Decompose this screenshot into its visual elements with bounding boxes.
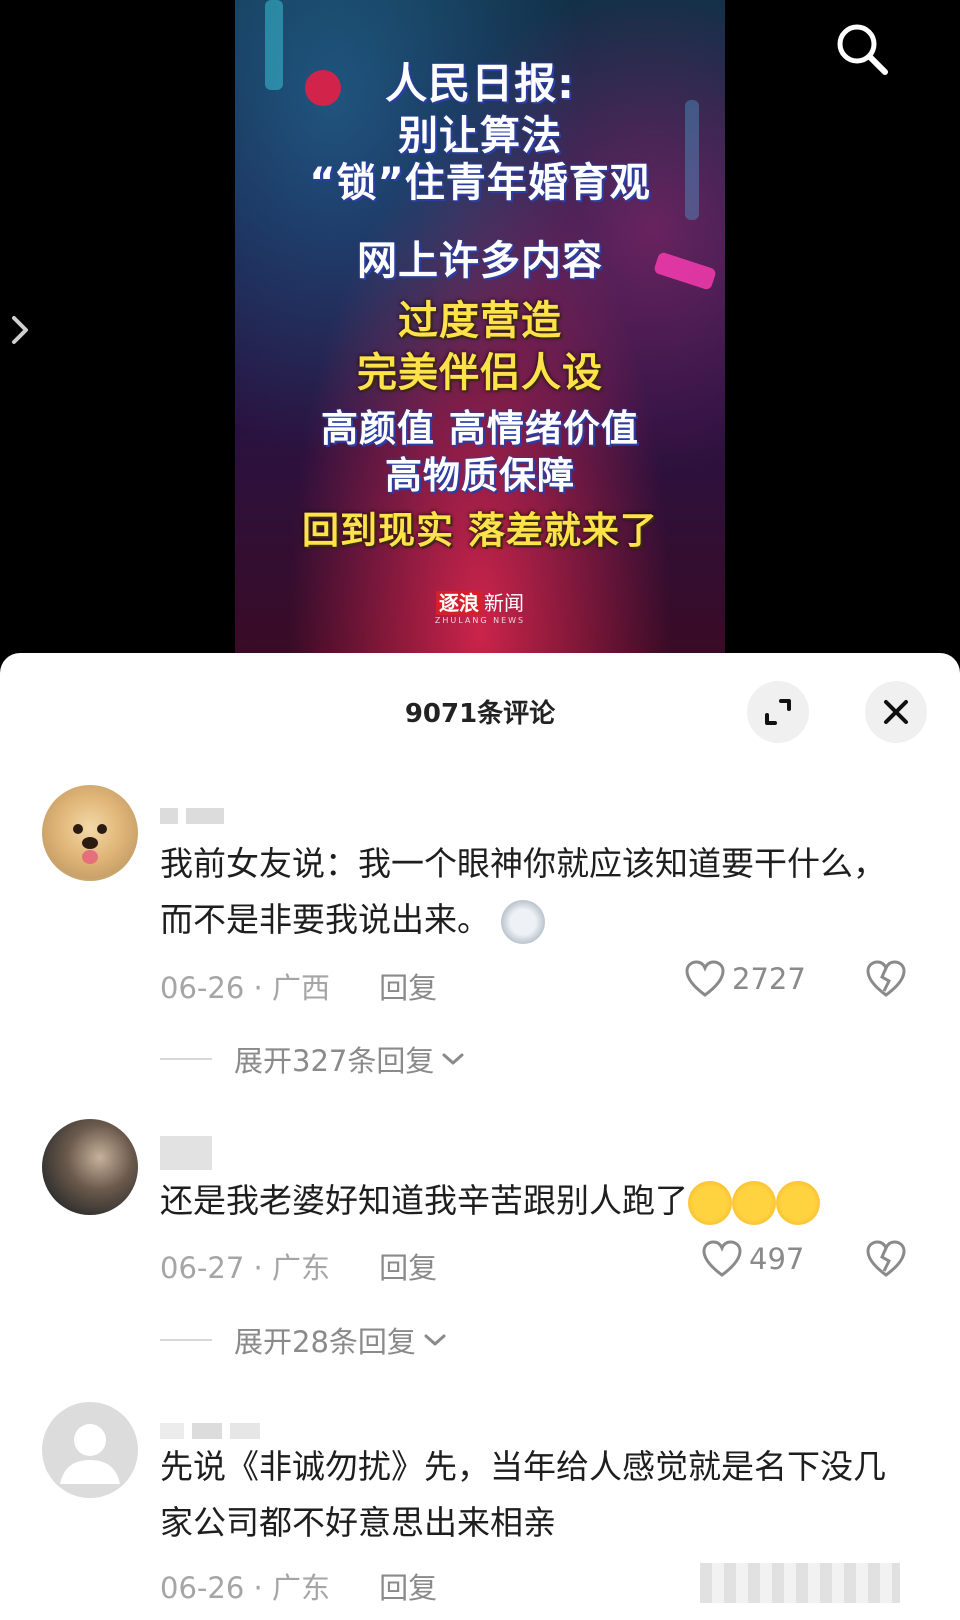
comment-meta: 06-27 · 广东 回复 — [160, 1251, 438, 1285]
dislike-button[interactable] — [865, 959, 907, 1003]
heart-icon — [685, 960, 725, 997]
expand-button[interactable] — [747, 681, 809, 743]
expand-replies-button[interactable]: 展开28条回复 — [160, 1319, 448, 1361]
expand-icon — [765, 699, 791, 725]
video-frame[interactable]: 人民日报: 别让算法 “锁”住青年婚育观 网上许多内容 过度营造 完美伴侣人设 … — [235, 0, 725, 660]
broken-heart-icon — [866, 1240, 906, 1277]
husky-emoji-icon — [500, 899, 545, 944]
avatar[interactable] — [42, 785, 138, 881]
laugh-cry-emoji-icon — [732, 1180, 776, 1225]
reply-button[interactable]: 回复 — [379, 971, 437, 1005]
video-watermark: 逐浪 新闻 ZHULANG NEWS — [235, 587, 725, 625]
watermark-text: 新闻 — [484, 591, 524, 615]
comment-meta: 06-26 · 广西 回复 — [160, 971, 438, 1005]
video-player[interactable]: 人民日报: 别让算法 “锁”住青年婚育观 网上许多内容 过度营造 完美伴侣人设 … — [0, 0, 960, 660]
video-headline-line: 过度营造 — [398, 298, 562, 344]
avatar[interactable] — [42, 1119, 138, 1215]
watermark-brand: 逐浪 — [436, 591, 482, 615]
like-count: 497 — [749, 1242, 805, 1276]
reply-button[interactable]: 回复 — [379, 1251, 437, 1285]
comment-text: 我前女友说：我一个眼神你就应该知道要干什么，而不是非要我说出来。 — [160, 836, 910, 948]
chevron-down-icon — [424, 1334, 446, 1346]
comments-panel: 9071条评论 我前女友说：我一个眼神你就应该知道要干什么，而不是非要我说出来。 — [0, 653, 960, 1620]
video-headline-line: 完美伴侣人设 — [357, 350, 603, 396]
video-headline-line: 网上许多内容 — [357, 238, 603, 284]
like-button[interactable]: 2727 — [684, 959, 806, 999]
chevron-right-icon[interactable] — [8, 312, 32, 348]
video-headline-line: 高物质保障 — [385, 454, 575, 497]
broken-heart-icon — [866, 960, 906, 997]
watermark-sub: ZHULANG NEWS — [434, 616, 526, 625]
default-avatar-icon[interactable] — [42, 1402, 138, 1498]
username-blurred[interactable] — [160, 1136, 220, 1170]
chevron-down-icon — [442, 1053, 464, 1065]
like-button[interactable]: 497 — [701, 1239, 804, 1279]
video-headline-line: 人民日报: — [385, 59, 575, 108]
expand-replies-button[interactable]: 展开327条回复 — [160, 1038, 466, 1080]
heart-icon — [702, 1240, 742, 1277]
comments-count-title: 9071条评论 — [404, 699, 556, 729]
reply-button[interactable]: 回复 — [379, 1571, 437, 1605]
video-headline-line: 回到现实 落差就来了 — [302, 509, 658, 552]
like-count: 2727 — [732, 962, 806, 996]
blurred-like-area — [700, 1563, 900, 1603]
dislike-button[interactable] — [865, 1239, 907, 1283]
comment-text: 还是我老婆好知道我辛苦跟别人跑了 — [160, 1173, 910, 1229]
close-button[interactable] — [865, 681, 927, 743]
laugh-cry-emoji-icon — [776, 1180, 820, 1225]
comment-text: 先说《非诚勿扰》先，当年给人感觉就是名下没几家公司都不好意思出来相亲 — [160, 1447, 886, 1542]
video-headline-line: “锁”住青年婚育观 — [309, 160, 651, 206]
username-blurred[interactable] — [160, 808, 232, 826]
comment-meta: 06-26 · 广东 回复 — [160, 1571, 438, 1605]
video-headline-line: 高颜值 高情绪价值 — [321, 407, 639, 450]
search-icon[interactable] — [833, 20, 891, 78]
close-icon — [884, 700, 908, 724]
laugh-cry-emoji-icon — [688, 1180, 732, 1225]
